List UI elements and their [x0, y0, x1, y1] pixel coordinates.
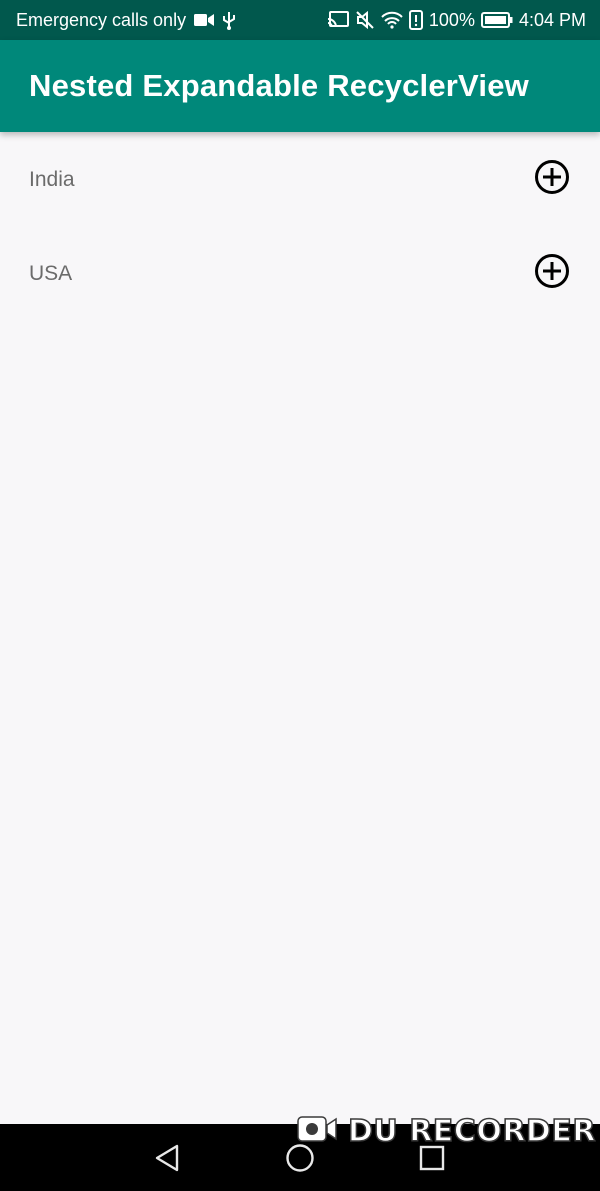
app-bar: Nested Expandable RecyclerView — [0, 40, 600, 132]
list-item-label: USA — [29, 261, 73, 285]
status-bar: Emergency calls only 100% 4:04 PM — [0, 0, 600, 40]
screen: Emergency calls only 100% 4:04 PM Nested… — [0, 0, 600, 1191]
list-item-india[interactable]: India — [2, 132, 598, 227]
add-circle-icon[interactable] — [534, 253, 570, 294]
list-item-label: India — [29, 167, 75, 191]
watermark-text: DU RECORDER — [347, 1113, 596, 1150]
recycler-view[interactable]: India USA — [2, 132, 598, 1124]
app-title: Nested Expandable RecyclerView — [29, 68, 529, 103]
du-recorder-watermark: DU RECORDER — [296, 1113, 596, 1149]
wifi-icon — [381, 11, 403, 29]
back-icon[interactable] — [152, 1142, 184, 1174]
battery-icon — [480, 12, 513, 28]
clock: 4:04 PM — [518, 9, 586, 30]
add-circle-icon[interactable] — [534, 159, 570, 200]
video-camera-icon — [194, 13, 215, 27]
mute-icon — [355, 10, 375, 30]
alert-icon — [408, 10, 423, 30]
video-recorder-icon — [296, 1113, 338, 1150]
carrier-text: Emergency calls only — [16, 9, 187, 30]
cast-icon — [327, 11, 349, 29]
usb-icon — [222, 10, 236, 30]
list-item-usa[interactable]: USA — [2, 227, 598, 320]
battery-percent: 100% — [428, 9, 475, 30]
